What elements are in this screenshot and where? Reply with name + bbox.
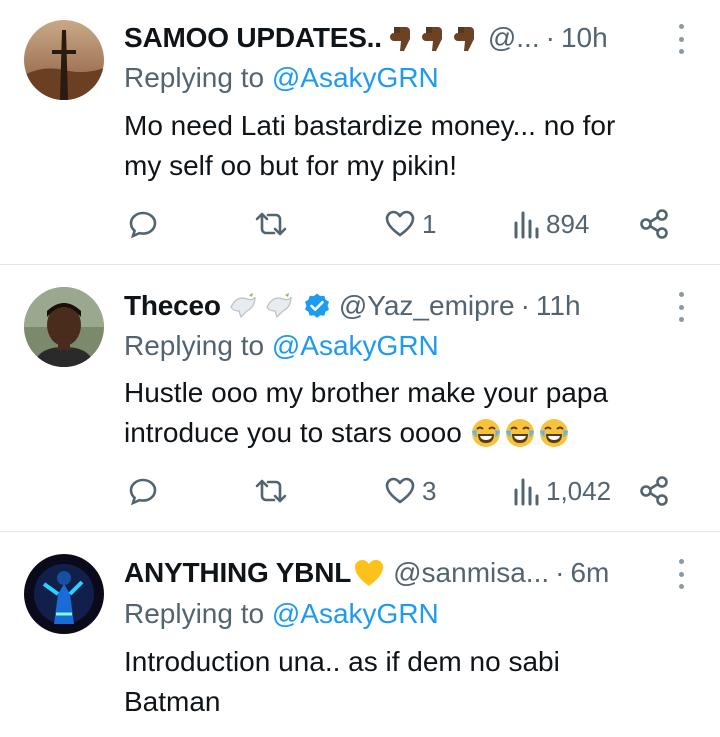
verified-badge-icon[interactable]: [303, 292, 331, 320]
handle[interactable]: @sanmisa...: [393, 557, 549, 589]
pointing-down-hand-icon: [453, 27, 474, 51]
dove-icon: [230, 293, 256, 319]
replying-to: Replying to @AsakyGRN: [124, 330, 439, 366]
like-count: 1: [422, 208, 437, 239]
laughing-face-icon: [505, 419, 534, 447]
views-button[interactable]: 894: [512, 204, 589, 244]
reply-button[interactable]: [128, 471, 158, 511]
replying-prefix: Replying to: [124, 62, 272, 93]
name-emojis: [353, 558, 385, 588]
views-count: 894: [546, 208, 590, 239]
share-icon: [640, 209, 668, 239]
display-name[interactable]: SAMOO UPDATES..: [124, 22, 382, 54]
share-button[interactable]: [638, 204, 670, 244]
heart-icon: [385, 477, 415, 504]
share-button[interactable]: [638, 471, 670, 511]
handle[interactable]: @Yaz_emipre: [339, 290, 515, 322]
pointing-down-hand-icon: [421, 27, 442, 51]
replying-to: Replying to @AsakyGRN: [124, 62, 439, 98]
replying-to: Replying to @AsakyGRN: [124, 598, 439, 634]
heart-icon: [385, 210, 415, 237]
avatar[interactable]: [24, 20, 104, 100]
tweet-text-line: Batman: [124, 686, 221, 717]
tweet-text-line-2: introduce you to stars oooo: [124, 413, 684, 453]
replying-prefix: Replying to: [124, 598, 272, 629]
tweet-text-line: introduce you to stars oooo: [124, 417, 462, 448]
replying-prefix: Replying to: [124, 330, 272, 361]
tweet-3[interactable]: ANYTHING YBNL @sanmisa... · 6m Replying …: [0, 532, 720, 737]
separator-dot: ·: [520, 290, 530, 321]
timestamp[interactable]: 11h: [536, 290, 581, 322]
laughing-face-icon: [471, 419, 500, 447]
yellow-heart-icon: [355, 560, 384, 586]
name-emojis: [227, 291, 295, 321]
text-emojis: [470, 417, 570, 449]
tweet-text-line: Hustle ooo my brother make your papa: [124, 377, 609, 408]
tweet-2[interactable]: Theceo @Yaz_emipre · 11h Replying to @As…: [0, 265, 720, 531]
display-name[interactable]: Theceo: [124, 290, 221, 322]
reply-icon: [129, 211, 157, 239]
tweet-text-line: my self oo but for my pikin!: [124, 150, 458, 181]
like-count: 3: [422, 475, 437, 506]
tweet-1[interactable]: SAMOO UPDATES.. @... · 10h Replying to @…: [0, 0, 720, 264]
tweet-text-line: Introduction una.. as if dem no sabi: [124, 646, 560, 677]
replying-mention-link[interactable]: @AsakyGRN: [272, 598, 439, 629]
display-name[interactable]: ANYTHING YBNL: [124, 557, 351, 589]
views-icon: [514, 211, 539, 239]
like-button[interactable]: 1: [384, 204, 436, 244]
like-button[interactable]: 3: [384, 471, 436, 511]
name-emojis: [388, 23, 480, 53]
replying-mention-link[interactable]: @AsakyGRN: [272, 62, 439, 93]
action-bar: 3 1,042: [124, 471, 684, 511]
more-options-icon[interactable]: [672, 24, 690, 54]
replying-mention-link[interactable]: @AsakyGRN: [272, 330, 439, 361]
timestamp[interactable]: 6m: [570, 557, 609, 589]
retweet-button[interactable]: [254, 471, 288, 511]
tweet-text-line: Mo need Lati bastardize money... no for: [124, 110, 616, 141]
separator-dot: ·: [545, 22, 555, 53]
tweet-text: Mo need Lati bastardize money... no for …: [124, 106, 684, 186]
views-count: 1,042: [546, 475, 612, 506]
tweet-text: Introduction una.. as if dem no sabi Bat…: [124, 642, 684, 722]
retweet-icon: [255, 212, 287, 236]
retweet-button[interactable]: [254, 204, 288, 244]
dove-icon: [266, 293, 292, 319]
views-icon: [514, 478, 539, 506]
pointing-down-hand-icon: [389, 27, 410, 51]
avatar[interactable]: [24, 554, 104, 634]
laughing-face-icon: [539, 419, 568, 447]
reply-icon: [129, 478, 157, 506]
tweet-text: Hustle ooo my brother make your papa int…: [124, 373, 684, 453]
views-button[interactable]: 1,042: [512, 471, 611, 511]
retweet-icon: [255, 479, 287, 503]
more-options-icon[interactable]: [672, 292, 690, 322]
separator-dot: ·: [555, 557, 565, 588]
handle[interactable]: @...: [488, 22, 540, 54]
timestamp[interactable]: 10h: [561, 22, 608, 54]
action-bar: 1 894: [124, 204, 684, 244]
avatar[interactable]: [24, 287, 104, 367]
reply-button[interactable]: [128, 204, 158, 244]
more-options-icon[interactable]: [672, 559, 690, 589]
share-icon: [640, 476, 668, 506]
